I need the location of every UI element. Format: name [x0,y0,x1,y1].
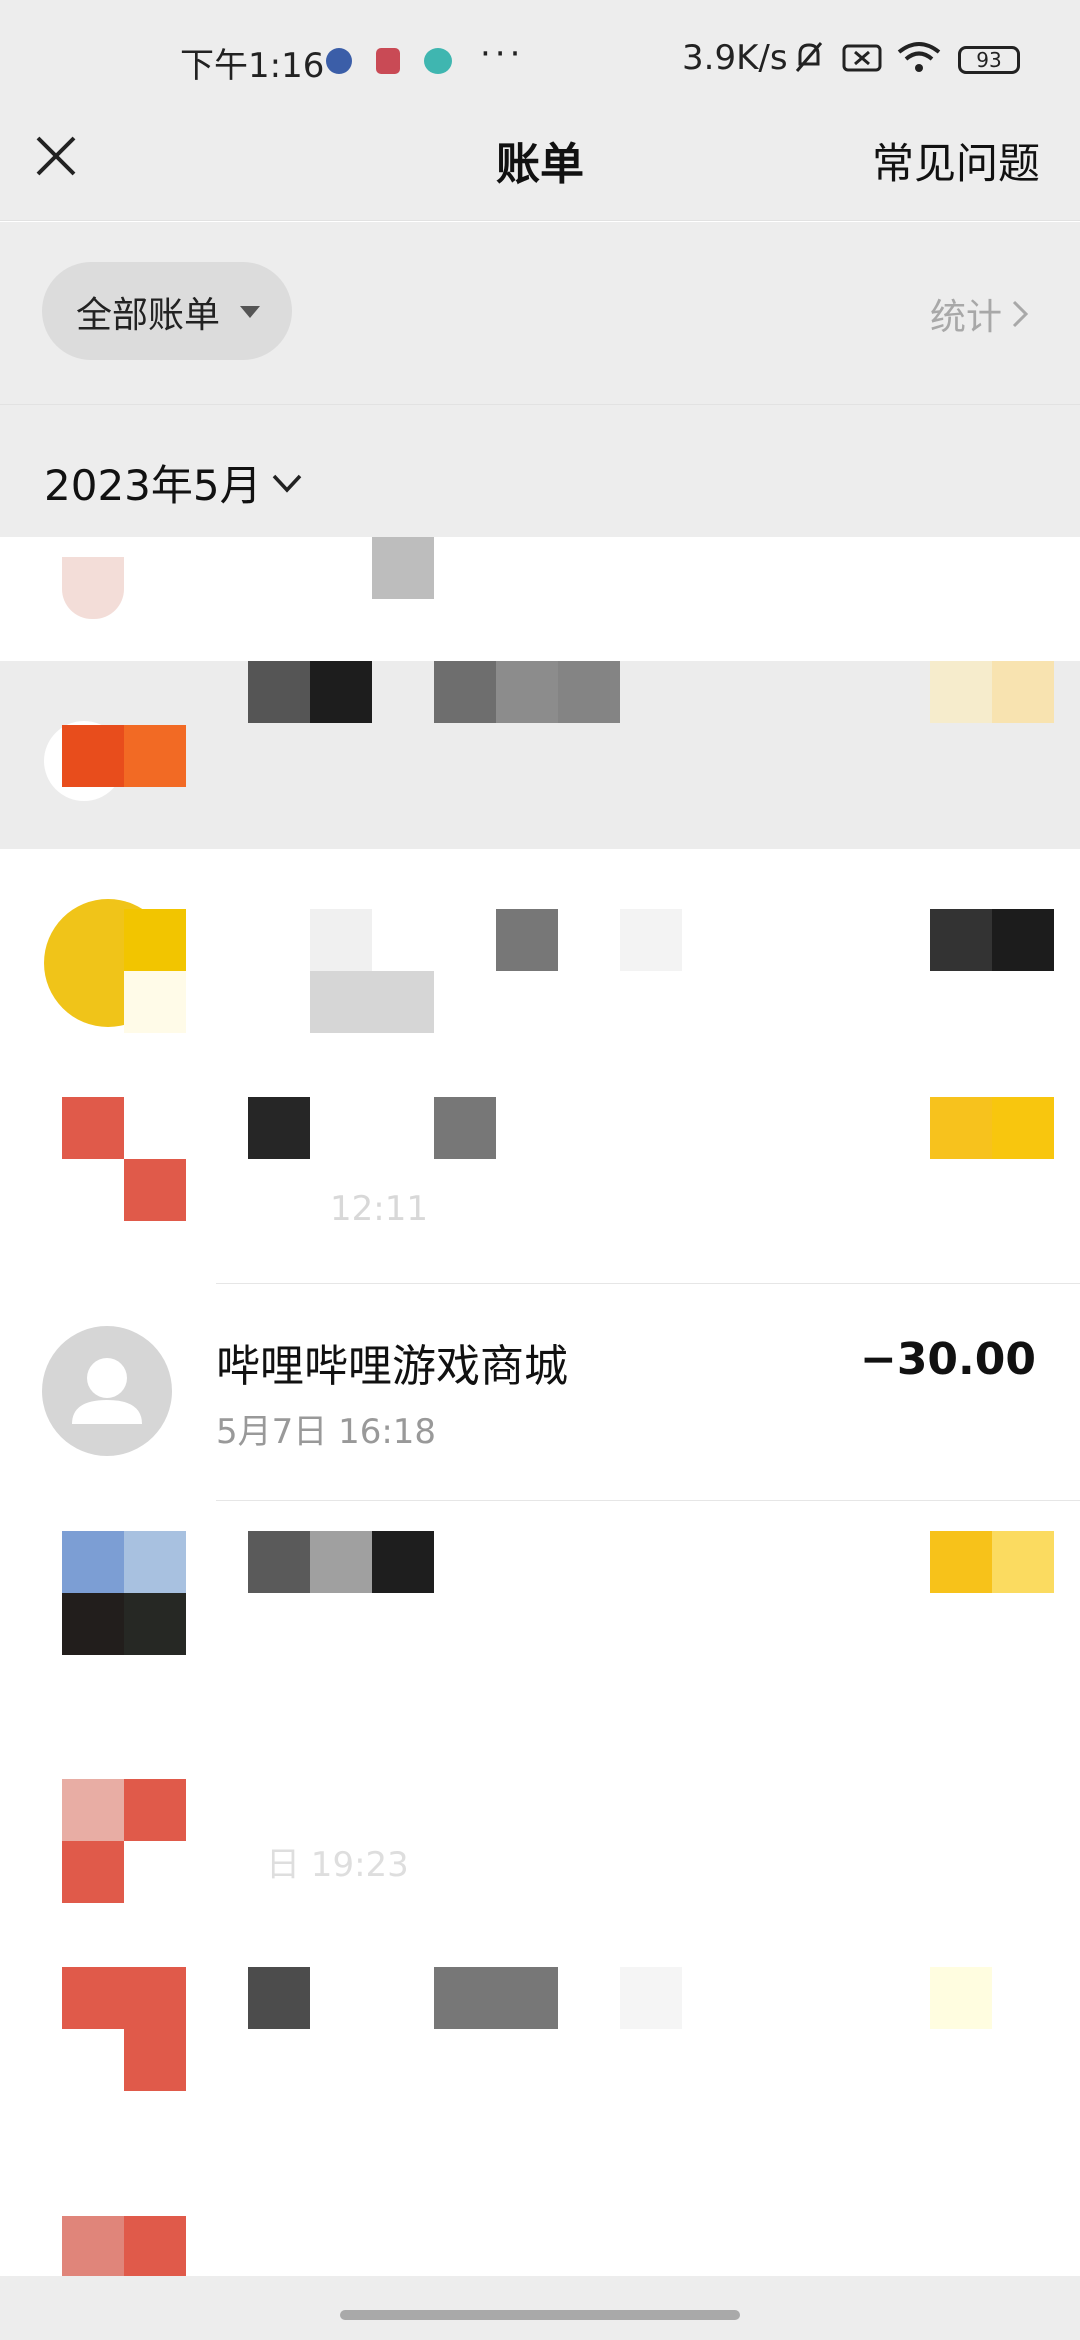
merchant-logo [62,725,186,787]
list-item[interactable] [0,849,1080,1079]
transaction-time: 日 19:23 [266,1845,409,1885]
list-item[interactable] [0,537,1080,661]
faq-link[interactable]: 常见问题 [872,130,1040,191]
transaction-time: 5月7日 16:18 [216,1412,437,1452]
network-speed: 3.9K/s [682,38,788,78]
merchant-avatar [62,1097,124,1159]
merchant-avatar [62,2216,124,2276]
chevron-right-icon [1012,300,1029,328]
bottom-safe-area [0,2276,1080,2340]
stats-link[interactable]: 统计 [930,288,1032,340]
list-item[interactable] [0,1961,1080,2131]
bill-filter-label: 全部账单 [76,295,221,336]
default-avatar [42,1326,172,1456]
chevron-down-icon [272,474,301,493]
merchant-avatar [62,1967,186,2029]
merchant-avatar [62,557,124,619]
list-item[interactable]: 日 19:23 [0,1751,1080,1961]
pixelated-text [372,537,434,599]
list-item[interactable]: 12:11 [0,1079,1080,1283]
merchant-avatar [62,1531,124,1593]
transaction-amount: −30.00 [859,1334,1036,1385]
planet-icon [326,48,352,74]
more-notifications-icon: ··· [480,34,525,74]
list-item[interactable] [0,1531,1080,1751]
list-item[interactable]: 哔哩哔哩游戏商城 5月7日 16:18 −30.00 [0,1284,1080,1500]
status-time: 下午1:16 [180,46,325,86]
user-icon [72,1358,142,1424]
transaction-time: 12:11 [330,1189,428,1229]
stats-label: 统计 [929,297,1002,338]
mute-bell-icon [794,40,824,74]
home-indicator[interactable] [340,2310,740,2320]
battery-indicator: 93 [958,46,1020,74]
sim-off-icon [842,44,882,72]
month-label: 2023年5月 [44,461,262,510]
list-item[interactable] [0,2131,1080,2276]
wifi-icon [896,40,942,74]
app-badge-icon [424,48,452,74]
merchant-avatar [62,1779,124,1841]
shield-icon [376,48,400,74]
merchant-name: 哔哩哔哩游戏商城 [216,1341,568,1392]
divider [216,1500,1080,1501]
list-item[interactable] [0,661,1080,849]
dropdown-caret-icon [240,306,260,318]
month-selector[interactable]: 2023年5月 [44,452,304,513]
